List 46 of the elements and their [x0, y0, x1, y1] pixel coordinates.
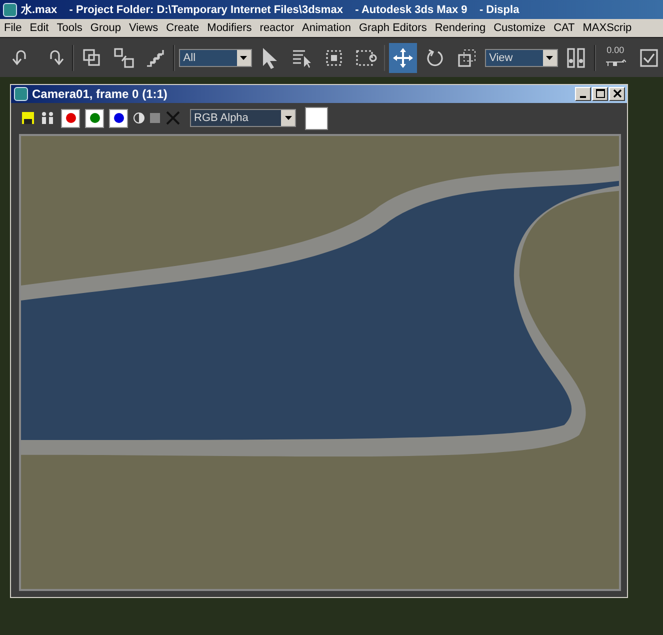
menu-item[interactable]: Rendering: [434, 22, 486, 34]
squares-icon: [80, 46, 103, 68]
menu-item[interactable]: Customize: [494, 22, 546, 34]
toolbar-button[interactable]: [389, 42, 418, 72]
squares-icon: [112, 46, 135, 68]
minimize-icon: [580, 96, 586, 98]
caret-icon: [284, 116, 292, 120]
menu-item[interactable]: Modifiers: [207, 22, 252, 34]
dropdown[interactable]: View: [485, 48, 558, 66]
caret-icon: [546, 56, 554, 60]
render-window-title: Camera01, frame 0 (1:1): [32, 86, 168, 101]
minimize-button[interactable]: [575, 86, 591, 101]
move-icon: [392, 46, 414, 68]
half-circle-icon[interactable]: [133, 112, 145, 124]
people-icon[interactable]: [40, 111, 56, 126]
maximize-icon: [596, 89, 604, 98]
channel-toggle[interactable]: [109, 108, 128, 128]
menu-item[interactable]: Create: [166, 22, 200, 34]
app-logo-icon: [14, 86, 28, 101]
caret-icon: [240, 56, 248, 60]
maximize-button[interactable]: [592, 86, 608, 101]
menu-item[interactable]: File: [4, 22, 22, 34]
channel-toggle[interactable]: [85, 108, 104, 128]
menu-item[interactable]: reactor: [260, 22, 294, 34]
menu-item[interactable]: Graph Editors: [358, 22, 427, 34]
menu-item[interactable]: Tools: [56, 22, 82, 34]
checkbox-icon: [638, 46, 660, 68]
channel-dropdown[interactable]: RGB Alpha: [190, 109, 296, 128]
menu-item[interactable]: MAXScrip: [582, 22, 632, 34]
snap-button[interactable]: 0.00: [600, 42, 632, 72]
scale-icon: [456, 46, 478, 68]
snap-icon: [604, 58, 626, 67]
channel-toggle[interactable]: [61, 108, 80, 128]
close-button[interactable]: [609, 86, 625, 101]
pivot-icon: [564, 46, 587, 68]
window-title: 水.max - Project Folder: D:\Temporary Internet Files\3dsmax - Autodesk 3ds Max 9 - Displa: [21, 2, 520, 17]
square-icon[interactable]: [150, 113, 160, 124]
close-icon: [612, 89, 622, 98]
menu-item[interactable]: Views: [128, 22, 158, 34]
app-logo-icon: [3, 2, 17, 16]
menu-item[interactable]: Animation: [302, 22, 351, 34]
menu-item[interactable]: Group: [90, 22, 121, 34]
dropdown[interactable]: All: [179, 48, 252, 66]
menu-item[interactable]: Edit: [30, 22, 49, 34]
menu-item[interactable]: CAT: [554, 22, 575, 34]
color-swatch[interactable]: [305, 106, 328, 130]
